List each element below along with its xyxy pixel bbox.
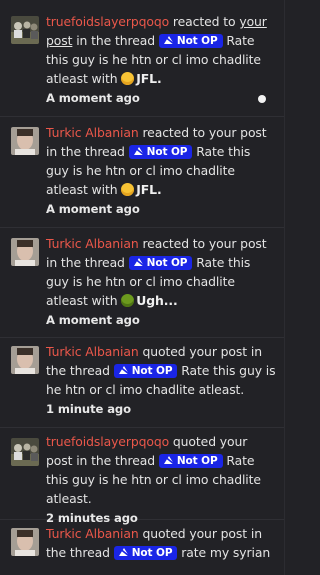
badge-label: Not OP xyxy=(176,35,218,47)
timestamp: A moment ago xyxy=(46,313,140,327)
avatar[interactable] xyxy=(11,346,39,374)
username-link[interactable]: Turkic Albanian xyxy=(46,125,139,140)
not-op-badge: Not OP xyxy=(158,34,223,48)
notification-content: truefoidslayerpqoqo quoted your post in … xyxy=(46,432,276,528)
not-op-badge: Not OP xyxy=(128,145,193,159)
timestamp: A moment ago xyxy=(46,91,140,105)
timestamp: A moment ago xyxy=(46,202,140,216)
notification-content: Turkic Albanian reacted to your post in … xyxy=(46,234,276,330)
username-link[interactable]: Turkic Albanian xyxy=(46,526,139,541)
no-vote-icon xyxy=(163,35,175,45)
avatar[interactable] xyxy=(11,438,39,466)
badge-label: Not OP xyxy=(146,257,188,269)
notification-item[interactable]: truefoidslayerpqoqo quoted your post in … xyxy=(0,428,284,525)
notification-content: Turkic Albanian reacted to your post in … xyxy=(46,123,276,219)
notification-text: reacted to xyxy=(169,14,240,29)
badge-label: Not OP xyxy=(131,365,173,377)
username-link[interactable]: Turkic Albanian xyxy=(46,236,139,251)
notification-content: Turkic Albanian quoted your post in the … xyxy=(46,524,276,562)
notifications-panel: truefoidslayerpqoqo reacted to your post… xyxy=(0,0,285,575)
not-op-badge: Not OP xyxy=(128,256,193,270)
not-op-badge: Not OP xyxy=(113,546,178,560)
thread-link[interactable]: rate my syrian xyxy=(177,545,270,560)
no-vote-icon xyxy=(118,365,130,375)
badge-label: Not OP xyxy=(146,146,188,158)
notification-item[interactable]: Turkic Albanian quoted your post in the … xyxy=(0,520,284,575)
username-link[interactable]: Turkic Albanian xyxy=(46,344,139,359)
avatar[interactable] xyxy=(11,16,39,44)
reaction-label: Ugh... xyxy=(136,293,178,308)
notification-content: Turkic Albanian quoted your post in the … xyxy=(46,342,276,419)
reaction-label: JFL. xyxy=(136,182,162,197)
username-link[interactable]: truefoidslayerpqoqo xyxy=(46,14,169,29)
not-op-badge: Not OP xyxy=(113,364,178,378)
notification-item[interactable]: Turkic Albanian quoted your post in the … xyxy=(0,338,284,428)
reaction-label: JFL. xyxy=(136,71,162,86)
unread-indicator[interactable] xyxy=(258,95,266,103)
timestamp: 1 minute ago xyxy=(46,402,131,416)
notification-item[interactable]: Turkic Albanian reacted to your post in … xyxy=(0,117,284,228)
no-vote-icon xyxy=(118,547,130,557)
notification-text: in the thread xyxy=(72,33,159,48)
jfl-emoji-icon xyxy=(121,183,135,196)
badge-label: Not OP xyxy=(176,455,218,467)
avatar[interactable] xyxy=(11,127,39,155)
avatar[interactable] xyxy=(11,528,39,556)
avatar[interactable] xyxy=(11,238,39,266)
notification-content: truefoidslayerpqoqo reacted to your post… xyxy=(46,12,276,108)
no-vote-icon xyxy=(133,146,145,156)
ugh-emoji-icon xyxy=(121,294,135,307)
no-vote-icon xyxy=(163,455,175,465)
notification-item[interactable]: Turkic Albanian reacted to your post in … xyxy=(0,228,284,338)
jfl-emoji-icon xyxy=(121,72,135,85)
not-op-badge: Not OP xyxy=(158,454,223,468)
username-link[interactable]: truefoidslayerpqoqo xyxy=(46,434,169,449)
notification-item[interactable]: truefoidslayerpqoqo reacted to your post… xyxy=(0,0,284,117)
badge-label: Not OP xyxy=(131,547,173,559)
no-vote-icon xyxy=(133,257,145,267)
